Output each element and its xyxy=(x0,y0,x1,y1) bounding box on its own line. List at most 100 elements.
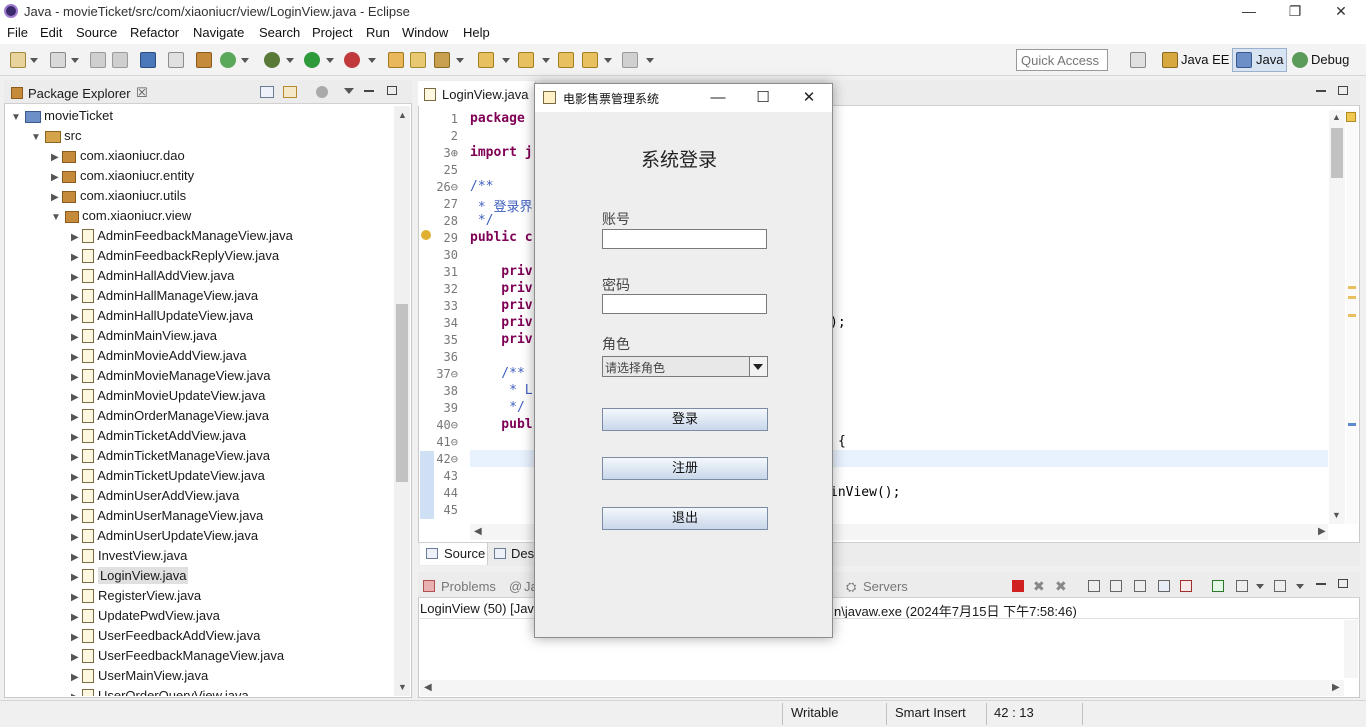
code-line[interactable]: /** xyxy=(470,366,525,381)
tree-file[interactable]: ▶ UserMainView.java xyxy=(71,666,208,686)
tree-file[interactable]: ▶ AdminMovieManageView.java xyxy=(71,366,270,386)
code-line[interactable]: /** xyxy=(470,179,493,194)
open-perspective-icon[interactable] xyxy=(1130,52,1146,68)
run-dropdown-icon[interactable] xyxy=(326,58,334,63)
dialog-maximize-button[interactable]: ☐ xyxy=(743,84,783,112)
collapsed-arrow-icon[interactable]: ▶ xyxy=(71,692,79,696)
code-fragment[interactable]: inView(); xyxy=(830,485,900,500)
back-icon[interactable] xyxy=(582,52,598,68)
collapse-all-icon[interactable] xyxy=(260,86,274,98)
editor-maximize-icon[interactable] xyxy=(1338,86,1348,95)
save-all-icon[interactable] xyxy=(112,52,128,68)
menu-window[interactable]: Window xyxy=(402,25,448,40)
view-menu-icon[interactable] xyxy=(344,88,354,94)
menu-edit[interactable]: Edit xyxy=(40,25,62,40)
collapsed-arrow-icon[interactable]: ▶ xyxy=(71,632,79,643)
tree-src[interactable]: ▼ src xyxy=(31,126,82,146)
tree-file[interactable]: ▶ AdminOrderManageView.java xyxy=(71,406,269,426)
run-icon[interactable] xyxy=(304,52,320,68)
scroll-down-icon[interactable]: ▼ xyxy=(398,682,407,692)
collapsed-arrow-icon[interactable]: ▶ xyxy=(71,412,79,423)
tree-file[interactable]: ▶ AdminHallAddView.java xyxy=(71,266,234,286)
debug-dropdown-icon[interactable] xyxy=(286,58,294,63)
tree-file[interactable]: ▶ AdminUserManageView.java xyxy=(71,506,263,526)
overview-ruler[interactable] xyxy=(1346,110,1358,524)
pencil-dropdown-icon[interactable] xyxy=(456,58,464,63)
tree-file[interactable]: ▶ AdminFeedbackReplyView.java xyxy=(71,246,279,266)
tree-file[interactable]: ▶ UserFeedbackAddView.java xyxy=(71,626,260,646)
prev-annotation-dropdown-icon[interactable] xyxy=(542,58,550,63)
tree-file[interactable]: ▶ UserOrderQueryView.java xyxy=(71,686,249,696)
collapsed-arrow-icon[interactable]: ▶ xyxy=(71,352,79,363)
editor-minimize-icon[interactable] xyxy=(1316,90,1326,92)
perspective-java[interactable]: Java xyxy=(1256,52,1283,67)
collapsed-arrow-icon[interactable]: ▶ xyxy=(71,532,79,543)
editor-scroll-left-icon[interactable]: ◀ xyxy=(474,526,482,537)
expanded-arrow-icon[interactable]: ▼ xyxy=(51,212,61,223)
collapsed-arrow-icon[interactable]: ▶ xyxy=(71,572,79,583)
word-wrap-icon[interactable] xyxy=(1134,580,1146,592)
clear-console-icon[interactable] xyxy=(1088,580,1100,592)
console-vscroll[interactable] xyxy=(1344,620,1358,678)
refresh-icon[interactable] xyxy=(220,52,236,68)
menu-source[interactable]: Source xyxy=(76,25,117,40)
tree-project[interactable]: ▼ movieTicket xyxy=(11,106,113,126)
terminate-icon[interactable] xyxy=(1012,580,1024,592)
overview-mark[interactable] xyxy=(1348,286,1356,289)
restore-button[interactable]: ❐ xyxy=(1272,0,1318,22)
perspective-debug[interactable]: Debug xyxy=(1311,52,1349,67)
new-file-icon[interactable] xyxy=(50,52,66,68)
new-file-dropdown-icon[interactable] xyxy=(71,58,79,63)
code-line[interactable]: publ xyxy=(470,417,532,432)
role-select[interactable]: 请选择角色 xyxy=(602,356,768,377)
collapsed-arrow-icon[interactable]: ▶ xyxy=(71,592,79,603)
collapsed-arrow-icon[interactable]: ▶ xyxy=(71,612,79,623)
menu-project[interactable]: Project xyxy=(312,25,352,40)
focus-task-icon[interactable] xyxy=(316,86,328,98)
save-icon[interactable] xyxy=(90,52,106,68)
package-icon[interactable] xyxy=(196,52,212,68)
tree-file[interactable]: ▶ AdminUserUpdateView.java xyxy=(71,526,258,546)
collapsed-arrow-icon[interactable]: ▶ xyxy=(71,292,79,303)
code-line[interactable]: priv xyxy=(470,315,532,330)
debug-icon[interactable] xyxy=(264,52,280,68)
console-hscroll[interactable] xyxy=(420,680,1344,696)
login-button[interactable]: 登录 xyxy=(602,408,768,431)
link-editor-icon[interactable] xyxy=(283,86,297,98)
tree-file[interactable]: ▶ AdminHallManageView.java xyxy=(71,286,258,306)
show-stderr-icon[interactable] xyxy=(1180,580,1192,592)
open-type-icon[interactable] xyxy=(388,52,404,68)
menu-navigate[interactable]: Navigate xyxy=(193,25,244,40)
collapsed-arrow-icon[interactable]: ▶ xyxy=(51,172,59,183)
tree-file[interactable]: ▶ AdminMainView.java xyxy=(71,326,217,346)
collapsed-arrow-icon[interactable]: ▶ xyxy=(51,152,59,163)
code-line[interactable]: package xyxy=(470,111,525,126)
collapsed-arrow-icon[interactable]: ▶ xyxy=(71,332,79,343)
tree-file[interactable]: ▶ AdminFeedbackManageView.java xyxy=(71,226,293,246)
tree-package[interactable]: ▶ com.xiaoniucr.utils xyxy=(51,186,186,206)
open-folder-icon[interactable] xyxy=(410,52,426,68)
menu-refactor[interactable]: Refactor xyxy=(130,25,179,40)
show-stdout-icon[interactable] xyxy=(1158,580,1170,592)
collapsed-arrow-icon[interactable]: ▶ xyxy=(71,392,79,403)
dialog-close-button[interactable]: ✕ xyxy=(789,84,829,112)
prev-annotation-icon[interactable] xyxy=(518,52,534,68)
tree-package[interactable]: ▶ com.xiaoniucr.entity xyxy=(51,166,194,186)
collapsed-arrow-icon[interactable]: ▶ xyxy=(71,472,79,483)
minimize-button[interactable]: — xyxy=(1226,0,1272,22)
collapsed-arrow-icon[interactable]: ▶ xyxy=(71,452,79,463)
next-annotation-icon[interactable] xyxy=(478,52,494,68)
tree-file[interactable]: ▶ AdminHallUpdateView.java xyxy=(71,306,253,326)
editor-scroll-up-icon[interactable]: ▲ xyxy=(1332,112,1341,122)
maximize-view-icon[interactable] xyxy=(387,86,397,95)
collapsed-arrow-icon[interactable]: ▶ xyxy=(71,672,79,683)
collapsed-arrow-icon[interactable]: ▶ xyxy=(71,652,79,663)
status-insert-mode[interactable]: Smart Insert xyxy=(895,705,966,720)
back-dropdown-icon[interactable] xyxy=(604,58,612,63)
forward-dropdown-icon[interactable] xyxy=(646,58,654,63)
collapsed-arrow-icon[interactable]: ▶ xyxy=(71,312,79,323)
warning-marker-icon[interactable] xyxy=(421,230,431,240)
forward-icon[interactable] xyxy=(622,52,638,68)
tree-file[interactable]: ▶ AdminMovieUpdateView.java xyxy=(71,386,265,406)
collapsed-arrow-icon[interactable]: ▶ xyxy=(71,252,79,263)
